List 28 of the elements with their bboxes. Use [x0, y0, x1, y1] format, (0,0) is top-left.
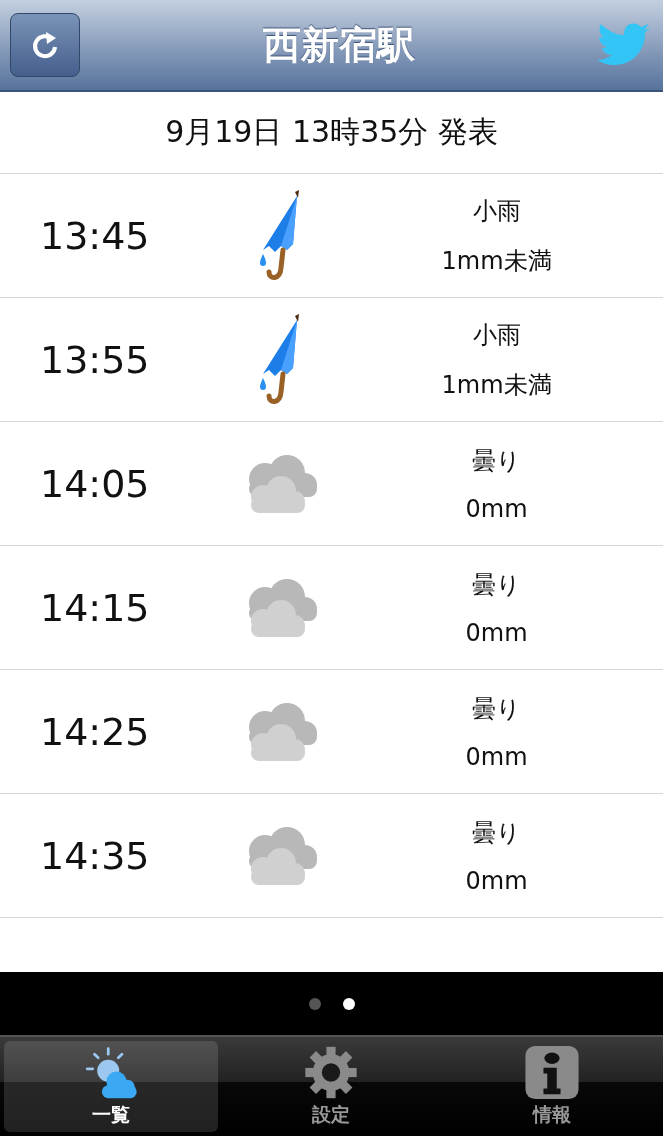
- tab[interactable]: 情報: [444, 1041, 659, 1132]
- weather-condition: 曇り: [472, 445, 521, 477]
- window-title: 西新宿駅: [262, 21, 415, 69]
- rain-amount: 0mm: [465, 742, 528, 771]
- weather-condition: 曇り: [472, 693, 521, 725]
- forecast-time: 14:15: [39, 585, 151, 630]
- page-dot[interactable]: [308, 997, 321, 1010]
- weather-condition: 小雨: [472, 195, 521, 227]
- tab[interactable]: 設定: [224, 1041, 439, 1132]
- rain-amount: 0mm: [465, 494, 528, 523]
- info-icon: [522, 1045, 581, 1100]
- forecast-time: 14:35: [39, 833, 151, 878]
- page-dot[interactable]: [342, 997, 355, 1010]
- refresh-button[interactable]: [10, 13, 80, 77]
- announcement-time: 9月19日 13時35分 発表: [0, 92, 663, 174]
- forecast-time: 13:55: [39, 337, 151, 382]
- refresh-icon: [30, 30, 60, 60]
- weather-condition: 小雨: [472, 319, 521, 351]
- weather-condition: 曇り: [472, 569, 521, 601]
- weather-condition: 曇り: [472, 817, 521, 849]
- rain-amount: 1mm未満: [441, 369, 552, 401]
- rain-amount: 0mm: [465, 618, 528, 647]
- tab[interactable]: 一覧: [4, 1041, 219, 1132]
- forecast-time: 14:25: [39, 709, 151, 754]
- rain-amount: 0mm: [465, 866, 528, 895]
- rain-amount: 1mm未満: [441, 245, 552, 277]
- forecast-time: 13:45: [39, 213, 151, 258]
- forecast-time: 14:05: [39, 461, 151, 506]
